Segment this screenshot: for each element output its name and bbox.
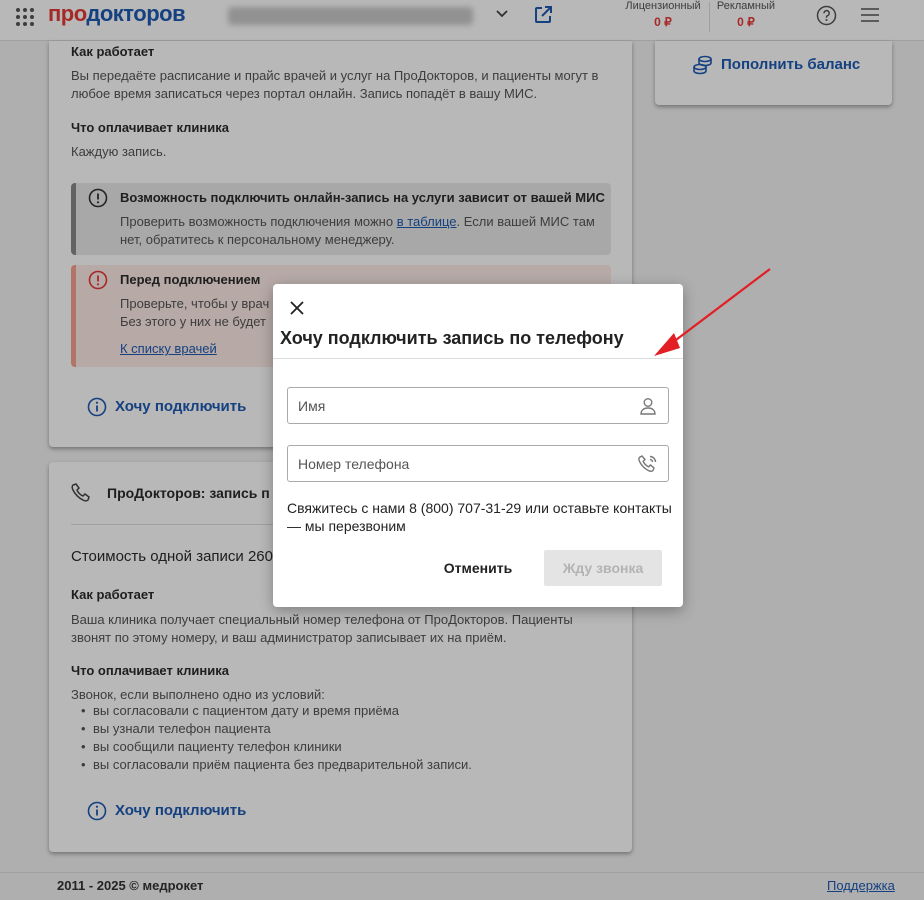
phone-field[interactable] xyxy=(287,445,669,482)
user-icon xyxy=(640,398,656,415)
phone-input[interactable] xyxy=(288,446,628,481)
close-icon[interactable] xyxy=(289,300,305,316)
name-input[interactable] xyxy=(288,388,628,423)
modal-divider xyxy=(273,358,683,359)
phone-call-icon xyxy=(638,455,657,472)
cancel-button[interactable]: Отменить xyxy=(423,550,533,586)
name-field[interactable] xyxy=(287,387,669,424)
phone-connect-modal: Хочу подключить запись по телефону Свяжи… xyxy=(273,284,683,607)
await-call-button[interactable]: Жду звонка xyxy=(544,550,662,586)
modal-title: Хочу подключить запись по телефону xyxy=(280,328,624,348)
annotation-arrow-icon xyxy=(654,268,771,356)
modal-contact-text: Свяжитесь с нами 8 (800) 707-31-29 или о… xyxy=(287,500,672,534)
